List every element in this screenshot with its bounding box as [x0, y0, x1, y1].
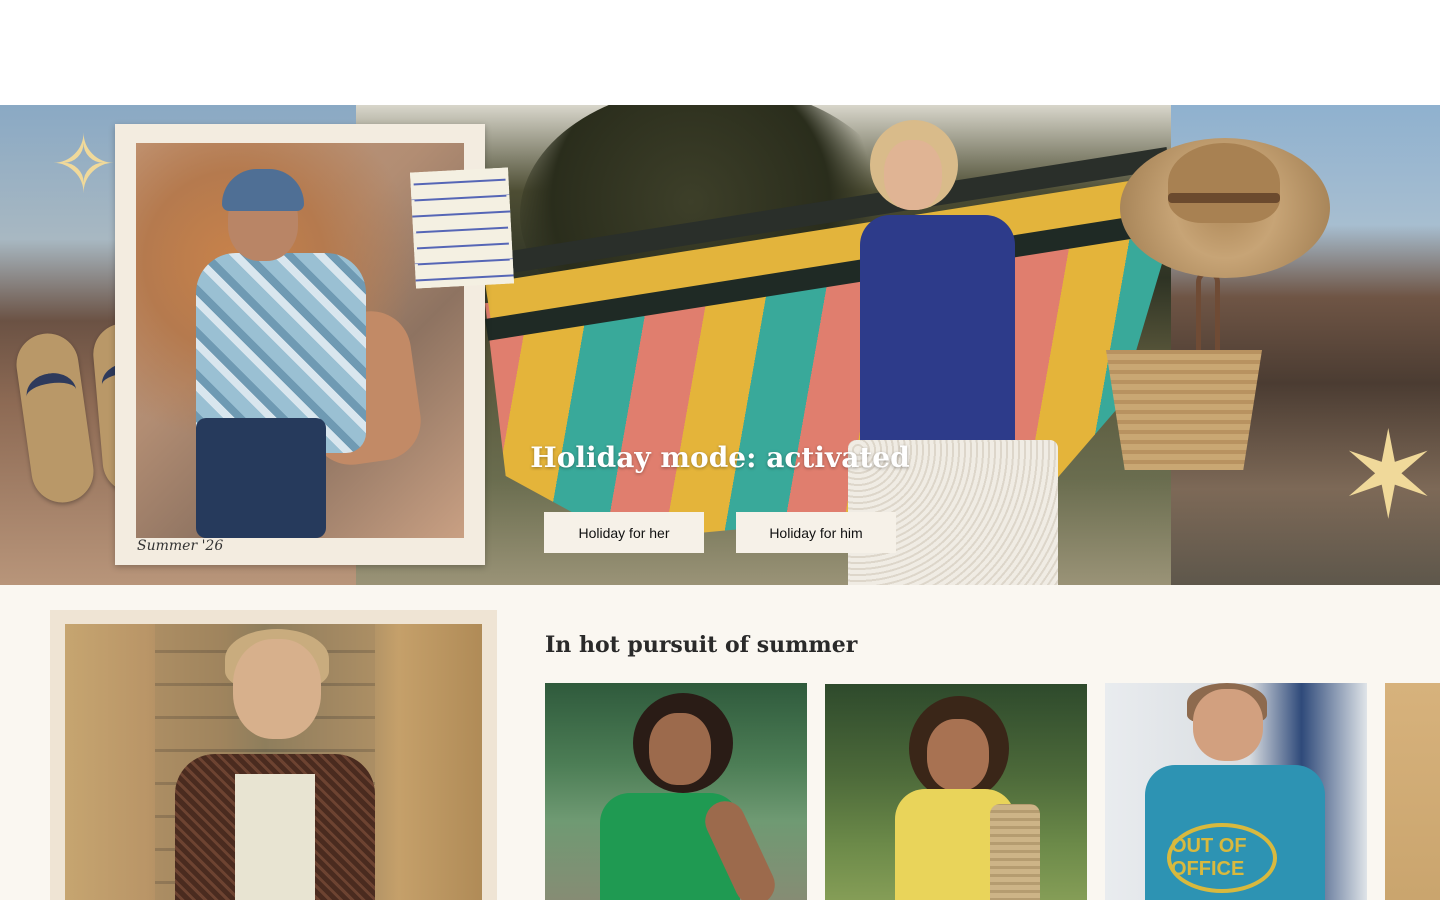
navy-waistcoat: [860, 215, 1015, 465]
hero-banner: ✧ Summer '26 ✶ Holiday mode: activated H…: [0, 105, 1440, 585]
straw-bag: [990, 804, 1040, 900]
product-tile-blue-tee[interactable]: OUT OF OFFICE: [1105, 683, 1367, 900]
product-tile-yellow-shirt[interactable]: [825, 684, 1087, 900]
holiday-for-him-button[interactable]: Holiday for him: [736, 512, 896, 553]
polaroid-caption: Summer '26: [137, 538, 224, 554]
feature-image-frame[interactable]: [50, 610, 497, 900]
feature-photo-woman[interactable]: [65, 624, 482, 900]
seashell-icon: ✧: [50, 118, 118, 211]
holiday-for-her-button[interactable]: Holiday for her: [544, 512, 704, 553]
postage-stamp-icon: [410, 167, 514, 289]
starfish-icon: ✶: [1338, 407, 1439, 546]
cap: [222, 169, 304, 211]
header-spacer: [0, 0, 1440, 105]
product-tile-green-top[interactable]: [545, 683, 807, 900]
woman-face: [884, 140, 942, 210]
summer-section: In hot pursuit of summer OUT OF OFFICE: [0, 585, 1440, 900]
tee-print: OUT OF OFFICE: [1167, 823, 1277, 893]
section-title: In hot pursuit of summer: [545, 632, 858, 658]
product-tile-partial[interactable]: [1385, 683, 1440, 900]
hero-title: Holiday mode: activated: [530, 441, 910, 474]
